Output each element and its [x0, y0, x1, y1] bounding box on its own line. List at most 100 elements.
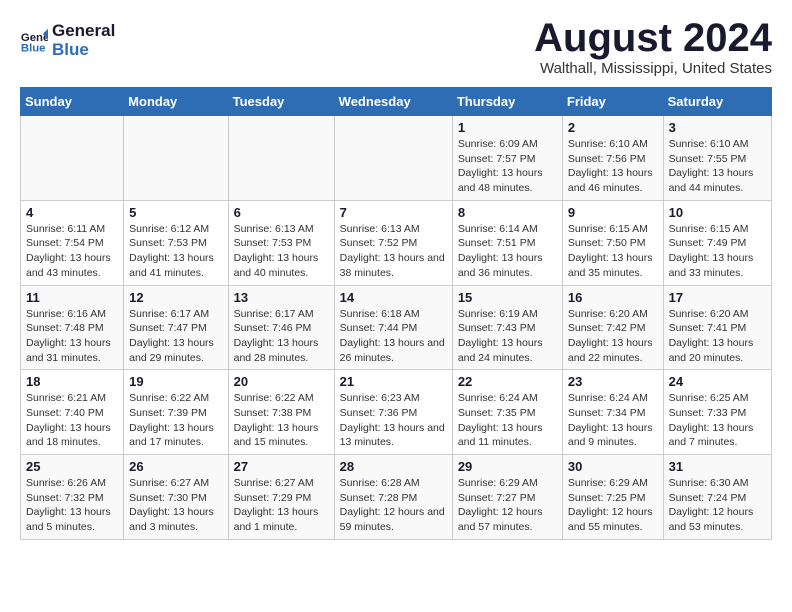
day-info: Sunrise: 6:25 AMSunset: 7:33 PMDaylight:…	[669, 391, 766, 450]
day-number: 21	[340, 374, 447, 389]
day-info: Sunrise: 6:20 AMSunset: 7:42 PMDaylight:…	[568, 307, 658, 366]
day-info: Sunrise: 6:14 AMSunset: 7:51 PMDaylight:…	[458, 222, 557, 281]
day-number: 11	[26, 290, 118, 305]
weekday-header: Monday	[124, 88, 228, 116]
svg-text:Blue: Blue	[21, 42, 46, 54]
day-number: 12	[129, 290, 222, 305]
day-info: Sunrise: 6:13 AMSunset: 7:52 PMDaylight:…	[340, 222, 447, 281]
day-info: Sunrise: 6:28 AMSunset: 7:28 PMDaylight:…	[340, 476, 447, 535]
day-number: 4	[26, 205, 118, 220]
day-number: 16	[568, 290, 658, 305]
calendar-week-row: 11 Sunrise: 6:16 AMSunset: 7:48 PMDaylig…	[21, 285, 772, 370]
calendar-cell: 5 Sunrise: 6:12 AMSunset: 7:53 PMDayligh…	[124, 200, 228, 285]
calendar-cell	[228, 116, 334, 201]
calendar-week-row: 25 Sunrise: 6:26 AMSunset: 7:32 PMDaylig…	[21, 455, 772, 540]
day-info: Sunrise: 6:16 AMSunset: 7:48 PMDaylight:…	[26, 307, 118, 366]
calendar-cell: 30 Sunrise: 6:29 AMSunset: 7:25 PMDaylig…	[562, 455, 663, 540]
calendar-cell: 23 Sunrise: 6:24 AMSunset: 7:34 PMDaylig…	[562, 370, 663, 455]
calendar-cell: 27 Sunrise: 6:27 AMSunset: 7:29 PMDaylig…	[228, 455, 334, 540]
day-number: 14	[340, 290, 447, 305]
calendar-cell: 15 Sunrise: 6:19 AMSunset: 7:43 PMDaylig…	[452, 285, 562, 370]
day-info: Sunrise: 6:29 AMSunset: 7:25 PMDaylight:…	[568, 476, 658, 535]
weekday-header: Wednesday	[334, 88, 452, 116]
day-number: 1	[458, 120, 557, 135]
day-info: Sunrise: 6:12 AMSunset: 7:53 PMDaylight:…	[129, 222, 222, 281]
day-info: Sunrise: 6:27 AMSunset: 7:30 PMDaylight:…	[129, 476, 222, 535]
day-info: Sunrise: 6:22 AMSunset: 7:39 PMDaylight:…	[129, 391, 222, 450]
calendar-cell: 31 Sunrise: 6:30 AMSunset: 7:24 PMDaylig…	[663, 455, 771, 540]
day-number: 7	[340, 205, 447, 220]
calendar-cell: 25 Sunrise: 6:26 AMSunset: 7:32 PMDaylig…	[21, 455, 124, 540]
day-info: Sunrise: 6:20 AMSunset: 7:41 PMDaylight:…	[669, 307, 766, 366]
day-info: Sunrise: 6:26 AMSunset: 7:32 PMDaylight:…	[26, 476, 118, 535]
day-number: 31	[669, 459, 766, 474]
day-info: Sunrise: 6:22 AMSunset: 7:38 PMDaylight:…	[234, 391, 329, 450]
day-number: 23	[568, 374, 658, 389]
calendar-cell: 9 Sunrise: 6:15 AMSunset: 7:50 PMDayligh…	[562, 200, 663, 285]
day-info: Sunrise: 6:24 AMSunset: 7:35 PMDaylight:…	[458, 391, 557, 450]
calendar-cell: 11 Sunrise: 6:16 AMSunset: 7:48 PMDaylig…	[21, 285, 124, 370]
calendar-week-row: 1 Sunrise: 6:09 AMSunset: 7:57 PMDayligh…	[21, 116, 772, 201]
day-info: Sunrise: 6:17 AMSunset: 7:47 PMDaylight:…	[129, 307, 222, 366]
title-area: August 2024 Walthall, Mississippi, Unite…	[534, 16, 772, 77]
day-number: 5	[129, 205, 222, 220]
calendar-cell: 20 Sunrise: 6:22 AMSunset: 7:38 PMDaylig…	[228, 370, 334, 455]
calendar-cell: 2 Sunrise: 6:10 AMSunset: 7:56 PMDayligh…	[562, 116, 663, 201]
calendar-cell: 10 Sunrise: 6:15 AMSunset: 7:49 PMDaylig…	[663, 200, 771, 285]
calendar-header-row: SundayMondayTuesdayWednesdayThursdayFrid…	[21, 88, 772, 116]
page-header: General Blue General Blue August 2024 Wa…	[20, 16, 772, 77]
calendar-table: SundayMondayTuesdayWednesdayThursdayFrid…	[20, 87, 772, 540]
day-info: Sunrise: 6:10 AMSunset: 7:56 PMDaylight:…	[568, 137, 658, 196]
day-info: Sunrise: 6:17 AMSunset: 7:46 PMDaylight:…	[234, 307, 329, 366]
calendar-cell: 17 Sunrise: 6:20 AMSunset: 7:41 PMDaylig…	[663, 285, 771, 370]
logo-icon: General Blue	[20, 27, 48, 55]
calendar-cell: 26 Sunrise: 6:27 AMSunset: 7:30 PMDaylig…	[124, 455, 228, 540]
day-info: Sunrise: 6:10 AMSunset: 7:55 PMDaylight:…	[669, 137, 766, 196]
calendar-cell: 14 Sunrise: 6:18 AMSunset: 7:44 PMDaylig…	[334, 285, 452, 370]
calendar-cell: 18 Sunrise: 6:21 AMSunset: 7:40 PMDaylig…	[21, 370, 124, 455]
calendar-cell	[124, 116, 228, 201]
calendar-cell: 28 Sunrise: 6:28 AMSunset: 7:28 PMDaylig…	[334, 455, 452, 540]
calendar-cell: 22 Sunrise: 6:24 AMSunset: 7:35 PMDaylig…	[452, 370, 562, 455]
day-info: Sunrise: 6:18 AMSunset: 7:44 PMDaylight:…	[340, 307, 447, 366]
day-info: Sunrise: 6:27 AMSunset: 7:29 PMDaylight:…	[234, 476, 329, 535]
day-info: Sunrise: 6:19 AMSunset: 7:43 PMDaylight:…	[458, 307, 557, 366]
calendar-cell: 21 Sunrise: 6:23 AMSunset: 7:36 PMDaylig…	[334, 370, 452, 455]
logo-text-blue: Blue	[52, 41, 115, 60]
day-info: Sunrise: 6:15 AMSunset: 7:49 PMDaylight:…	[669, 222, 766, 281]
calendar-cell: 24 Sunrise: 6:25 AMSunset: 7:33 PMDaylig…	[663, 370, 771, 455]
day-number: 25	[26, 459, 118, 474]
calendar-cell: 7 Sunrise: 6:13 AMSunset: 7:52 PMDayligh…	[334, 200, 452, 285]
day-number: 30	[568, 459, 658, 474]
weekday-header: Tuesday	[228, 88, 334, 116]
calendar-cell: 19 Sunrise: 6:22 AMSunset: 7:39 PMDaylig…	[124, 370, 228, 455]
calendar-cell: 1 Sunrise: 6:09 AMSunset: 7:57 PMDayligh…	[452, 116, 562, 201]
day-number: 10	[669, 205, 766, 220]
calendar-cell: 8 Sunrise: 6:14 AMSunset: 7:51 PMDayligh…	[452, 200, 562, 285]
day-number: 9	[568, 205, 658, 220]
calendar-week-row: 4 Sunrise: 6:11 AMSunset: 7:54 PMDayligh…	[21, 200, 772, 285]
calendar-cell	[334, 116, 452, 201]
day-number: 26	[129, 459, 222, 474]
day-info: Sunrise: 6:21 AMSunset: 7:40 PMDaylight:…	[26, 391, 118, 450]
day-info: Sunrise: 6:24 AMSunset: 7:34 PMDaylight:…	[568, 391, 658, 450]
calendar-cell	[21, 116, 124, 201]
calendar-cell: 6 Sunrise: 6:13 AMSunset: 7:53 PMDayligh…	[228, 200, 334, 285]
calendar-cell: 13 Sunrise: 6:17 AMSunset: 7:46 PMDaylig…	[228, 285, 334, 370]
calendar-week-row: 18 Sunrise: 6:21 AMSunset: 7:40 PMDaylig…	[21, 370, 772, 455]
day-number: 15	[458, 290, 557, 305]
day-number: 20	[234, 374, 329, 389]
weekday-header: Saturday	[663, 88, 771, 116]
day-number: 22	[458, 374, 557, 389]
day-number: 24	[669, 374, 766, 389]
calendar-cell: 29 Sunrise: 6:29 AMSunset: 7:27 PMDaylig…	[452, 455, 562, 540]
day-info: Sunrise: 6:23 AMSunset: 7:36 PMDaylight:…	[340, 391, 447, 450]
day-number: 17	[669, 290, 766, 305]
weekday-header: Thursday	[452, 88, 562, 116]
day-info: Sunrise: 6:11 AMSunset: 7:54 PMDaylight:…	[26, 222, 118, 281]
day-info: Sunrise: 6:09 AMSunset: 7:57 PMDaylight:…	[458, 137, 557, 196]
weekday-header: Friday	[562, 88, 663, 116]
day-number: 29	[458, 459, 557, 474]
calendar-cell: 12 Sunrise: 6:17 AMSunset: 7:47 PMDaylig…	[124, 285, 228, 370]
calendar-cell: 4 Sunrise: 6:11 AMSunset: 7:54 PMDayligh…	[21, 200, 124, 285]
